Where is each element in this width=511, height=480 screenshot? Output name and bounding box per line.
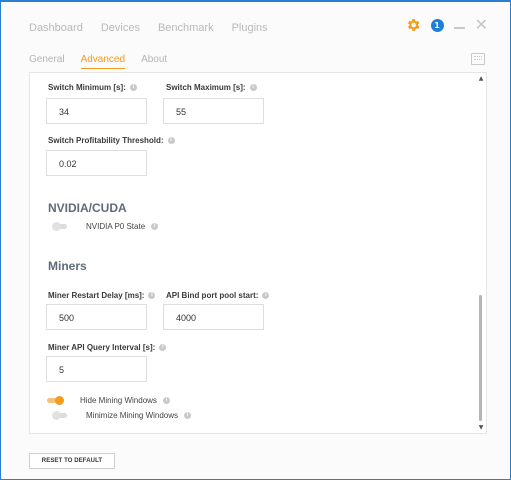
- nvidia-p0-toggle[interactable]: [52, 222, 70, 231]
- hide-mining-label: Hide Mining Windows: [80, 396, 157, 405]
- section-miners: Miners: [48, 259, 87, 273]
- window-controls: 1 ✕: [405, 17, 488, 33]
- minimize-icon[interactable]: [453, 27, 465, 29]
- switch-minimum-label: Switch Minimum [s]: i: [48, 83, 137, 92]
- switch-profitability-input[interactable]: 0.02: [46, 150, 147, 176]
- scrollbar[interactable]: ▲ ▼: [478, 75, 484, 431]
- miner-restart-delay-label: Miner Restart Delay [ms]: i: [48, 291, 156, 300]
- info-icon[interactable]: i: [249, 84, 257, 91]
- section-nvidia-cuda: NVIDIA/CUDA: [48, 201, 127, 215]
- miner-api-query-label: Miner API Query Interval [s]: i: [48, 343, 167, 352]
- info-icon[interactable]: i: [162, 397, 170, 404]
- gear-icon[interactable]: [405, 17, 421, 33]
- info-icon[interactable]: i: [167, 137, 175, 144]
- miner-restart-delay-label-text: Miner Restart Delay [ms]:: [48, 291, 145, 300]
- notification-badge[interactable]: 1: [430, 18, 444, 32]
- info-icon[interactable]: i: [159, 344, 167, 351]
- scrollbar-thumb[interactable]: [479, 295, 482, 421]
- nav-devices[interactable]: Devices: [101, 22, 140, 34]
- minimize-mining-toggle-row[interactable]: Minimize Mining Windows i: [52, 411, 192, 420]
- hide-mining-toggle-row[interactable]: Hide Mining Windows i: [46, 396, 170, 405]
- info-icon[interactable]: i: [129, 84, 137, 91]
- switch-maximum-label: Switch Maximum [s]: i: [166, 83, 257, 92]
- nav-plugins[interactable]: Plugins: [232, 22, 268, 34]
- info-icon[interactable]: i: [148, 292, 156, 299]
- switch-profitability-label: Switch Profitability Threshold: i: [48, 136, 175, 145]
- hide-mining-toggle[interactable]: [46, 396, 64, 405]
- tab-about[interactable]: About: [141, 54, 167, 69]
- minimize-mining-label: Minimize Mining Windows: [86, 411, 179, 420]
- nav-benchmark[interactable]: Benchmark: [158, 22, 214, 34]
- app-window: Dashboard Devices Benchmark Plugins 1 ✕ …: [0, 0, 511, 480]
- close-icon[interactable]: ✕: [475, 17, 488, 33]
- api-bind-port-label: API Bind port pool start: i: [166, 291, 270, 300]
- minimize-mining-toggle[interactable]: [52, 411, 70, 420]
- miner-api-query-input[interactable]: 5: [46, 356, 147, 382]
- miner-api-query-label-text: Miner API Query Interval [s]:: [48, 343, 156, 352]
- scroll-up-icon[interactable]: ▲: [478, 75, 484, 82]
- scroll-down-icon[interactable]: ▼: [478, 424, 484, 431]
- nav-dashboard[interactable]: Dashboard: [29, 22, 83, 34]
- switch-maximum-label-text: Switch Maximum [s]:: [166, 83, 246, 92]
- tab-general[interactable]: General: [29, 54, 65, 69]
- info-icon[interactable]: i: [151, 223, 159, 230]
- info-icon[interactable]: i: [184, 412, 192, 419]
- reset-to-default-button[interactable]: RESET TO DEFAULT: [29, 453, 115, 469]
- api-bind-port-label-text: API Bind port pool start:: [166, 291, 259, 300]
- info-icon[interactable]: i: [262, 292, 270, 299]
- tab-advanced[interactable]: Advanced: [80, 54, 126, 69]
- switch-minimum-input[interactable]: 34: [46, 98, 147, 124]
- switch-minimum-label-text: Switch Minimum [s]:: [48, 83, 126, 92]
- settings-tabs: General Advanced About: [29, 54, 183, 69]
- panel-icon[interactable]: [471, 53, 485, 65]
- miner-restart-delay-input[interactable]: 500: [46, 304, 147, 330]
- nvidia-p0-label: NVIDIA P0 State: [86, 222, 146, 231]
- settings-panel: Switch Minimum [s]: i 34 Switch Maximum […: [29, 72, 487, 434]
- api-bind-port-input[interactable]: 4000: [163, 304, 264, 330]
- top-navigation: Dashboard Devices Benchmark Plugins: [29, 22, 286, 34]
- nvidia-p0-toggle-row[interactable]: NVIDIA P0 State i: [52, 222, 159, 231]
- switch-maximum-input[interactable]: 55: [163, 98, 264, 124]
- switch-profitability-label-text: Switch Profitability Threshold:: [48, 136, 164, 145]
